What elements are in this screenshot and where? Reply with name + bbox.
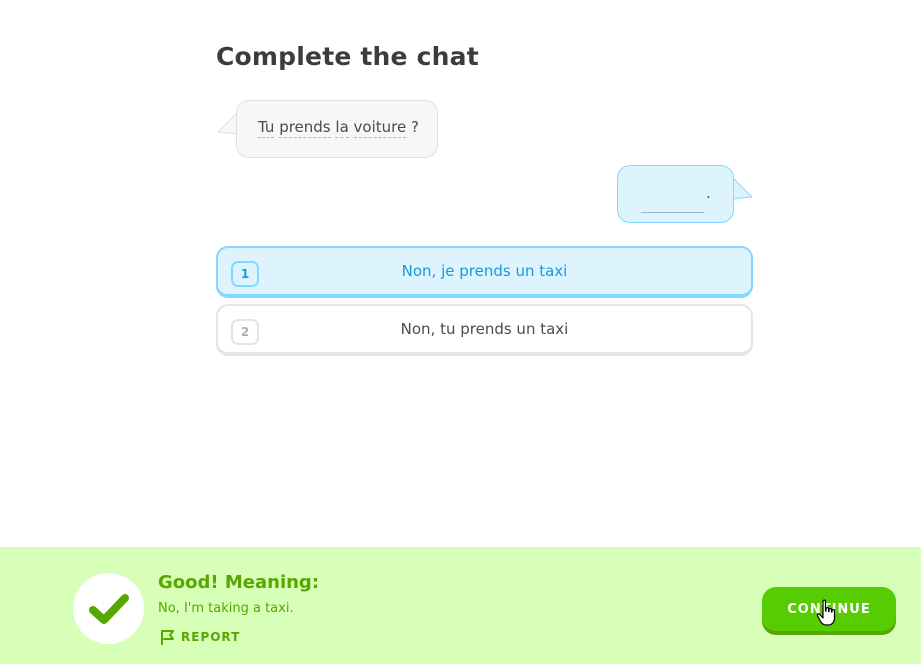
report-button[interactable]: REPORT [160, 629, 240, 645]
flag-icon [161, 630, 174, 645]
page-title: Complete the chat [216, 42, 479, 71]
prompt-word[interactable]: la [335, 118, 349, 138]
feedback-banner: Good! Meaning: No, I'm taking a taxi. RE… [0, 547, 921, 664]
answer-blank [641, 212, 704, 213]
prompt-word[interactable]: voiture [353, 118, 407, 138]
option-2[interactable]: 2 Non, tu prends un taxi [216, 304, 753, 356]
success-badge [73, 573, 144, 644]
check-icon [88, 593, 129, 624]
bubble-tail-right [732, 177, 752, 201]
option-label: Non, tu prends un taxi [400, 320, 569, 338]
prompt-word[interactable]: prends [279, 118, 331, 138]
option-label: Non, je prends un taxi [401, 262, 568, 280]
response-bubble [617, 165, 734, 223]
prompt-sentence: Tu prends la voiture ? [258, 118, 419, 138]
hand-cursor-icon [816, 599, 836, 626]
prompt-word[interactable]: Tu [258, 118, 275, 138]
bubble-tail-left [218, 112, 238, 136]
response-period: . [706, 184, 711, 202]
feedback-title: Good! Meaning: [158, 572, 320, 593]
report-label: REPORT [181, 630, 241, 644]
prompt-word: ? [411, 118, 419, 136]
feedback-meaning: No, I'm taking a taxi. [158, 601, 294, 616]
option-1[interactable]: 1 Non, je prends un taxi [216, 246, 753, 298]
